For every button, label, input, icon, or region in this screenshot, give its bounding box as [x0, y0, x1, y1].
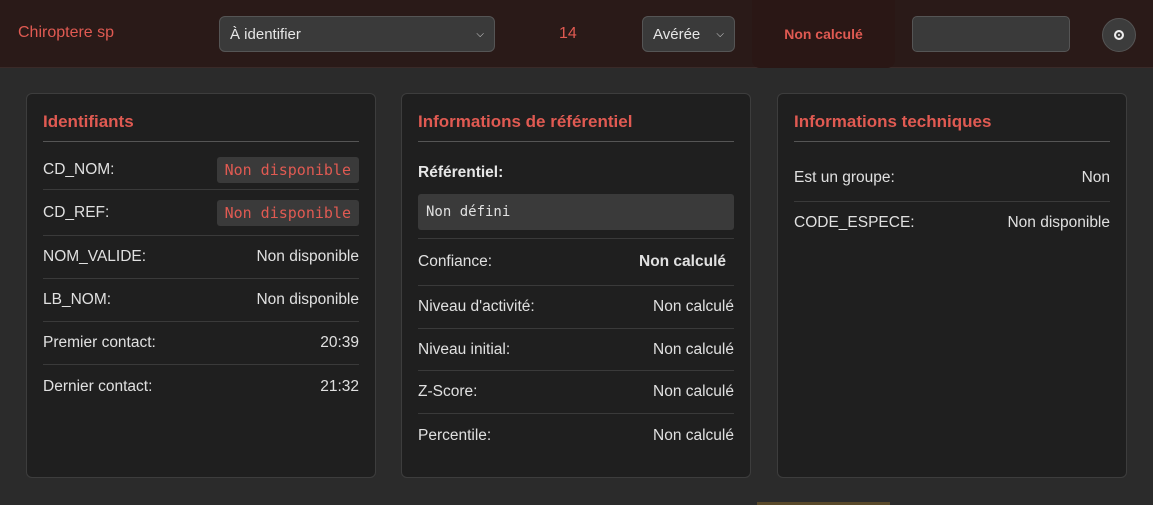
row-nom-valide: NOM_VALIDE: Non disponible — [43, 236, 359, 279]
row-is-group: Est un groupe: Non — [794, 142, 1110, 202]
panel-title: Informations techniques — [794, 94, 1110, 142]
row-label: Niveau d'activité: — [418, 298, 535, 315]
panel-title: Identifiants — [43, 94, 359, 142]
row-percentile: Percentile: Non calculé — [418, 414, 734, 457]
row-value: Non disponible — [256, 248, 359, 265]
row-label: LB_NOM: — [43, 291, 112, 308]
referentiel-panel: Informations de référentiel Référentiel:… — [401, 93, 751, 478]
row-label: CD_NOM: — [43, 160, 115, 178]
techniques-panel: Informations techniques Est un groupe: N… — [777, 93, 1127, 478]
row-label: Niveau initial: — [418, 340, 511, 358]
status-select[interactable]: Avérée ⌵ — [642, 16, 735, 52]
row-value: Non calculé — [653, 340, 734, 358]
row-label: Est un groupe: — [794, 168, 895, 186]
row-first-contact: Premier contact: 20:39 — [43, 322, 359, 365]
row-label: Dernier contact: — [43, 377, 153, 395]
row-value: Non disponible — [216, 156, 359, 183]
contact-count: 14 — [559, 25, 577, 42]
row-lb-nom: LB_NOM: Non disponible — [43, 279, 359, 322]
row-value: Non disponible — [1007, 214, 1110, 231]
confidence-badge: Non calculé — [752, 0, 895, 68]
comment-input[interactable] — [912, 16, 1070, 52]
row-value: Non calculé — [639, 253, 726, 270]
row-label: Percentile: — [418, 426, 492, 444]
row-label: NOM_VALIDE: — [43, 248, 147, 265]
referentiel-value: Non défini — [418, 194, 734, 230]
top-bar: Chiroptere sp À identifier ⌵ 14 Avérée ⌵… — [0, 0, 1153, 68]
row-value: Non — [1081, 168, 1110, 186]
row-label: CD_REF: — [43, 203, 110, 221]
row-value: Non disponible — [256, 291, 359, 308]
row-value: Non calculé — [653, 298, 734, 315]
status-select-value: Avérée — [653, 25, 701, 43]
referentiel-block: Référentiel: Non défini — [418, 142, 734, 239]
radio-icon — [1114, 30, 1124, 40]
species-name: Chiroptere sp — [18, 24, 115, 41]
row-activity-level: Niveau d'activité: Non calculé — [418, 286, 734, 329]
row-value: 20:39 — [320, 334, 359, 351]
row-z-score: Z-Score: Non calculé — [418, 371, 734, 414]
identification-select-value: À identifier — [230, 25, 301, 43]
identifiants-panel: Identifiants CD_NOM: Non disponible CD_R… — [26, 93, 376, 478]
row-last-contact: Dernier contact: 21:32 — [43, 365, 359, 408]
row-value: Non disponible — [216, 199, 359, 226]
row-label: CODE_ESPECE: — [794, 214, 915, 231]
row-label: Premier contact: — [43, 334, 156, 351]
row-value: 21:32 — [320, 377, 359, 395]
row-code-espece: CODE_ESPECE: Non disponible — [794, 202, 1110, 244]
row-cd-ref: CD_REF: Non disponible — [43, 190, 359, 236]
row-label: Confiance: — [418, 253, 493, 270]
row-cd-nom: CD_NOM: Non disponible — [43, 142, 359, 190]
row-initial-level: Niveau initial: Non calculé — [418, 329, 734, 371]
identification-select[interactable]: À identifier ⌵ — [219, 16, 495, 52]
select-radio-button[interactable] — [1102, 18, 1136, 52]
chevron-down-icon: ⌵ — [476, 28, 484, 40]
row-value: Non calculé — [653, 426, 734, 444]
chevron-down-icon: ⌵ — [716, 28, 724, 40]
row-value: Non calculé — [653, 383, 734, 400]
referentiel-label: Référentiel: — [418, 164, 504, 181]
row-label: Z-Score: — [418, 383, 478, 400]
panel-title: Informations de référentiel — [418, 94, 734, 142]
row-confiance: Confiance: Non calculé — [418, 239, 734, 286]
